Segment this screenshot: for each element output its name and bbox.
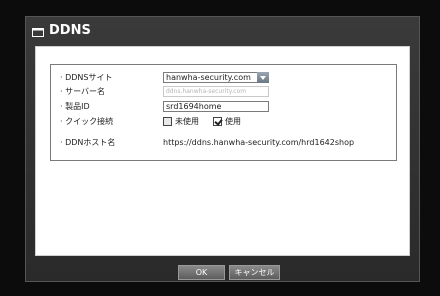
dialog-title: DDNS: [49, 22, 91, 38]
content-panel: · DDNSサイト hanwha-security.com · サーバー名 dd…: [35, 46, 410, 256]
hostname-row: · DDNホスト名 https://ddns.hanwha-security.c…: [60, 135, 354, 149]
quick-connect-label: · クイック接続: [60, 116, 114, 126]
settings-group: · DDNSサイト hanwha-security.com · サーバー名 dd…: [50, 64, 397, 161]
server-name-field: ddns.hanwha-security.com: [163, 85, 269, 97]
dialog-titlebar: DDNS: [26, 17, 419, 43]
ddns-hostname-value: https://ddns.hanwha-security.com/hrd1642…: [163, 137, 355, 147]
server-label: · サーバー名: [60, 86, 106, 96]
quick-connect-on-checkbox[interactable]: [213, 116, 222, 126]
site-label: · DDNSサイト: [60, 72, 113, 82]
window-icon: [32, 26, 44, 37]
quick-connect-on-option[interactable]: 使用: [213, 116, 241, 127]
product-id-row: · 製品ID srd1694home: [60, 99, 269, 113]
ddns-site-value: hanwha-security.com: [166, 72, 251, 82]
product-id-field[interactable]: srd1694home: [163, 100, 269, 112]
site-row: · DDNSサイト hanwha-security.com: [60, 70, 269, 84]
quick-connect-row: · クイック接続 未使用 使用: [60, 114, 255, 128]
cancel-button[interactable]: キャンセル: [229, 265, 280, 280]
product-id-label: · 製品ID: [60, 101, 90, 111]
server-row: · サーバー名 ddns.hanwha-security.com: [60, 84, 269, 98]
ddns-dialog: DDNS · DDNSサイト hanwha-security.com · サーバ…: [25, 16, 420, 282]
quick-connect-on-label: 使用: [225, 116, 241, 126]
ddns-site-select[interactable]: hanwha-security.com: [163, 71, 269, 83]
quick-connect-off-option[interactable]: 未使用: [163, 116, 199, 127]
ok-button[interactable]: OK: [178, 265, 225, 280]
quick-connect-off-label: 未使用: [175, 116, 199, 126]
hostname-label: · DDNホスト名: [60, 137, 116, 147]
quick-connect-off-checkbox[interactable]: [163, 116, 172, 126]
dropdown-arrow-icon[interactable]: [257, 71, 269, 83]
